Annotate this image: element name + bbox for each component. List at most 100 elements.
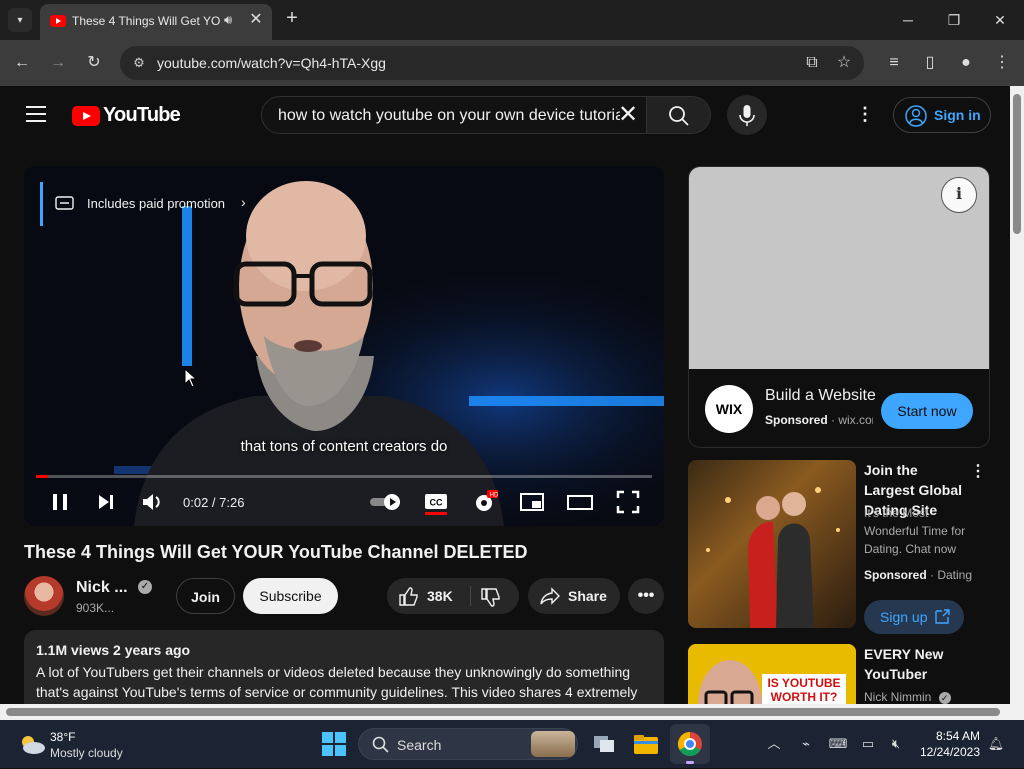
ad-domain: wix.com: [838, 413, 873, 427]
share-label: Share: [568, 588, 607, 604]
ad-sponsored-line: Sponsored · wix.com: [765, 413, 873, 427]
account-icon: [905, 105, 927, 127]
share-arrow-icon: [540, 587, 560, 605]
tab-active[interactable]: These 4 Things Will Get YOUR YouTube Cha…: [40, 4, 272, 40]
horizontal-scrollbar-thumb[interactable]: [6, 708, 1000, 716]
video-thumbnail[interactable]: IS YOUTUBE WORTH IT?: [688, 644, 856, 704]
vertical-scrollbar[interactable]: [1010, 86, 1024, 704]
ad-title[interactable]: Build a Website: [765, 387, 875, 405]
network-icon[interactable]: ⌁: [796, 734, 816, 754]
youtube-favicon-icon: [50, 15, 66, 27]
view-count-date: 1.1M views 2 years ago: [36, 642, 191, 658]
ad-info-icon[interactable]: i: [941, 177, 977, 213]
fullscreen-icon[interactable]: [614, 488, 642, 516]
back-arrow-icon[interactable]: ←: [10, 51, 34, 75]
file-explorer-icon[interactable]: [630, 728, 662, 760]
youtube-page: YouTube how to watch youtube on your own…: [0, 86, 1010, 704]
like-count[interactable]: 38K: [427, 578, 453, 614]
url-text[interactable]: youtube.com/watch?v=Qh4-hTA-Xgg: [157, 55, 386, 71]
youtube-logo[interactable]: YouTube: [72, 104, 181, 127]
progress-fill: [36, 475, 49, 478]
horizontal-scrollbar[interactable]: [0, 704, 1024, 720]
bookmark-star-icon[interactable]: ☆: [832, 51, 856, 75]
address-bar[interactable]: ⚙ youtube.com/watch?v=Qh4-hTA-Xgg ⧉ ☆: [120, 46, 864, 80]
time-display: 0:02 / 7:26: [183, 495, 245, 510]
vertical-scrollbar-thumb[interactable]: [1013, 94, 1021, 234]
ad-start-now-button[interactable]: Start now: [881, 393, 973, 429]
next-icon[interactable]: [92, 488, 120, 516]
media-control-icon[interactable]: ≡: [882, 51, 906, 75]
sidebar-ad[interactable]: i WIX Build a Website Sponsored · wix.co…: [688, 166, 990, 448]
close-window-button[interactable]: ✕: [988, 8, 1012, 32]
close-tab-icon[interactable]: ✕: [246, 10, 266, 30]
start-button[interactable]: [322, 732, 346, 756]
video-title: These 4 Things Will Get YOUR YouTube Cha…: [24, 542, 528, 562]
sign-in-button[interactable]: Sign in: [893, 97, 991, 133]
taskbar: 38°F Mostly cloudy Search ︿ ⌁ ⌨ ▭ 🔇︎ 8:5…: [0, 720, 1024, 768]
closed-captions-icon[interactable]: CC: [422, 488, 450, 516]
description-text: A lot of YouTubers get their channels or…: [36, 664, 638, 700]
dating-ad-sign-up-label: Sign up: [880, 609, 928, 625]
tab-search-button[interactable]: ▾: [8, 8, 32, 32]
recommended-channel-name[interactable]: Nick Nimmin: [864, 690, 931, 704]
progress-bar[interactable]: [36, 475, 652, 478]
share-button[interactable]: Share: [528, 578, 620, 614]
voice-search-button[interactable]: [727, 95, 767, 135]
wix-logo[interactable]: WIX: [705, 385, 753, 433]
clock[interactable]: 8:54 AM 12/24/2023: [916, 728, 980, 760]
thumbs-down-icon[interactable]: [479, 586, 503, 610]
weather-temperature: 38°F: [50, 730, 76, 744]
video-player[interactable]: Includes paid promotion › that tons of c…: [24, 166, 664, 526]
volume-icon[interactable]: [138, 488, 166, 516]
settings-gear-icon[interactable]: HD: [470, 488, 498, 516]
forward-arrow-icon[interactable]: →: [46, 51, 70, 75]
clear-search-icon[interactable]: ✕: [618, 103, 638, 127]
more-actions-button[interactable]: •••: [628, 578, 664, 614]
keyboard-icon[interactable]: ⌨: [828, 734, 848, 754]
search-button[interactable]: [647, 96, 711, 134]
youtube-logo-text: YouTube: [103, 104, 181, 126]
side-panel-icon[interactable]: ▯: [918, 51, 942, 75]
speaker-icon[interactable]: 🔊︎: [224, 12, 232, 28]
display-icon[interactable]: ▭: [858, 734, 878, 754]
menu-icon[interactable]: [26, 106, 46, 122]
chrome-taskbar-slot[interactable]: [670, 724, 710, 764]
install-app-icon[interactable]: ⧉: [800, 51, 824, 75]
autoplay-toggle-icon[interactable]: [368, 488, 404, 516]
chrome-menu-icon[interactable]: ⋮: [990, 51, 1014, 75]
profile-icon[interactable]: ●: [954, 51, 978, 75]
show-hidden-icons-icon[interactable]: ︿: [764, 734, 784, 754]
minimize-button[interactable]: ─: [896, 8, 920, 32]
site-settings-icon[interactable]: ⚙: [130, 54, 148, 72]
taskbar-search[interactable]: Search: [358, 728, 578, 760]
task-view-icon[interactable]: [588, 728, 620, 760]
settings-more-icon[interactable]: ⋮: [855, 102, 875, 126]
video-more-icon[interactable]: ⋮: [970, 462, 986, 482]
search-query[interactable]: how to watch youtube on your own device …: [278, 107, 620, 125]
recommended-channel-line: Nick Nimmin ✓: [864, 688, 968, 704]
paid-promotion-banner[interactable]: Includes paid promotion ›: [40, 182, 246, 226]
dating-ad-thumbnail[interactable]: [688, 460, 856, 628]
video-title-recommended[interactable]: EVERY New YouTuber Should Know: [864, 644, 970, 684]
dating-ad-sign-up-button[interactable]: Sign up: [864, 600, 964, 634]
search-input[interactable]: how to watch youtube on your own device …: [261, 96, 647, 134]
description-box[interactable]: 1.1M views 2 years ago A lot of YouTuber…: [24, 630, 664, 704]
clock-date: 12/24/2023: [919, 745, 980, 759]
notification-bell-icon[interactable]: 🔔︎: [986, 734, 1006, 754]
reload-icon[interactable]: ↻: [82, 51, 106, 75]
theater-mode-icon[interactable]: [566, 488, 594, 516]
svg-text:HD: HD: [490, 493, 498, 499]
channel-name[interactable]: Nick ...: [76, 579, 128, 597]
volume-mute-icon[interactable]: 🔇︎: [886, 734, 906, 754]
dating-ad-domain: Dating: [937, 568, 972, 582]
pause-icon[interactable]: [46, 488, 74, 516]
channel-avatar[interactable]: [24, 576, 64, 616]
join-button[interactable]: Join: [176, 578, 235, 614]
new-tab-button[interactable]: +: [282, 8, 302, 28]
subscribe-button[interactable]: Subscribe: [243, 578, 338, 614]
ad-sponsored-label: Sponsored: [765, 413, 828, 427]
restore-button[interactable]: ❐: [942, 8, 966, 32]
paid-promotion-label: Includes paid promotion: [87, 196, 226, 211]
thumbs-up-icon[interactable]: [397, 584, 421, 608]
miniplayer-icon[interactable]: [518, 488, 546, 516]
